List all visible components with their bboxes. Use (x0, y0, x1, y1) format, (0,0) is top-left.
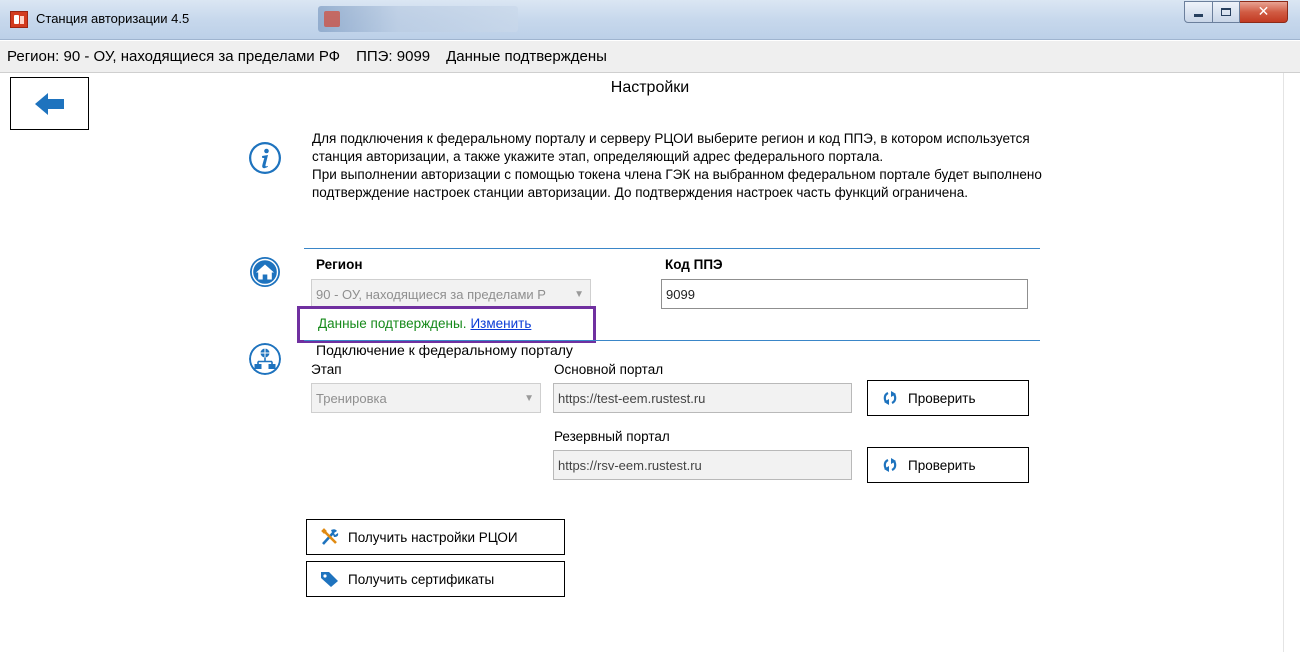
reserve-portal-value: https://rsv-eem.rustest.ru (558, 457, 702, 473)
divider-middle (304, 340, 1040, 341)
region-label: Регион (316, 257, 363, 272)
info-icon (249, 142, 281, 174)
check-reserve-label: Проверить (908, 457, 976, 473)
tag-icon (321, 572, 338, 587)
check-reserve-portal-button[interactable]: Проверить (867, 447, 1029, 483)
status-state: Данные подтверждены (446, 48, 607, 65)
get-certificates-button[interactable]: Получить сертификаты (306, 561, 565, 597)
check-main-portal-button[interactable]: Проверить (867, 380, 1029, 416)
check-main-label: Проверить (908, 390, 976, 406)
region-combobox[interactable]: 90 - ОУ, находящиеся за пределами Р ▼ (311, 279, 591, 309)
maximize-button[interactable] (1213, 1, 1240, 23)
scrollbar-track[interactable] (1283, 73, 1300, 652)
window-title-bar: Станция авторизации 4.5 ✕ (0, 0, 1300, 40)
get-rcoi-settings-label: Получить настройки РЦОИ (348, 529, 518, 545)
status-region: Регион: 90 - ОУ, находящиеся за пределам… (7, 48, 341, 65)
info-text: Для подключения к федеральному порталу и… (312, 131, 1042, 200)
refresh-icon (883, 391, 897, 405)
network-icon (249, 343, 281, 375)
divider-top (304, 248, 1040, 249)
ppe-code-input[interactable]: 9099 (661, 279, 1028, 309)
reserve-portal-input[interactable]: https://rsv-eem.rustest.ru (553, 450, 852, 480)
confirm-status: Данные подтверждены. (318, 316, 467, 331)
info-description: Для подключения к федеральному порталу и… (312, 130, 1042, 202)
ppe-label: Код ППЭ (665, 257, 723, 272)
stage-combobox[interactable]: Тренировка ▼ (311, 383, 541, 413)
reserve-portal-label: Резервный портал (554, 429, 670, 444)
window-title: Станция авторизации 4.5 (36, 11, 190, 26)
home-icon (250, 257, 280, 287)
status-ppe: ППЭ: 9099 (356, 48, 431, 65)
minimize-icon (1194, 14, 1203, 17)
ppe-value: 9099 (666, 286, 695, 302)
minimize-button[interactable] (1184, 1, 1213, 23)
maximize-icon (1221, 8, 1231, 16)
status-bar: Регион: 90 - ОУ, находящиеся за пределам… (0, 41, 1300, 73)
chevron-down-icon: ▼ (574, 288, 584, 300)
confirm-row: Данные подтверждены. Изменить (318, 316, 531, 331)
main-portal-input[interactable]: https://test-eem.rustest.ru (553, 383, 852, 413)
refresh-icon (883, 458, 897, 472)
close-button[interactable]: ✕ (1240, 1, 1288, 23)
main-portal-label: Основной портал (554, 362, 664, 377)
app-icon (10, 11, 28, 28)
region-value: 90 - ОУ, находящиеся за пределами Р (316, 286, 546, 302)
stage-value: Тренировка (316, 390, 387, 406)
change-link[interactable]: Изменить (470, 316, 531, 331)
get-rcoi-settings-button[interactable]: Получить настройки РЦОИ (306, 519, 565, 555)
chevron-down-icon: ▼ (524, 392, 534, 404)
background-window-ghost (318, 6, 518, 32)
window-controls: ✕ (1184, 1, 1288, 23)
tools-icon (321, 528, 339, 545)
close-icon: ✕ (1257, 4, 1270, 20)
page-title: Настройки (610, 79, 690, 96)
main-portal-value: https://test-eem.rustest.ru (558, 390, 706, 406)
stage-label: Этап (311, 362, 342, 377)
get-certificates-label: Получить сертификаты (348, 571, 495, 587)
portal-heading: Подключение к федеральному порталу (316, 342, 573, 358)
